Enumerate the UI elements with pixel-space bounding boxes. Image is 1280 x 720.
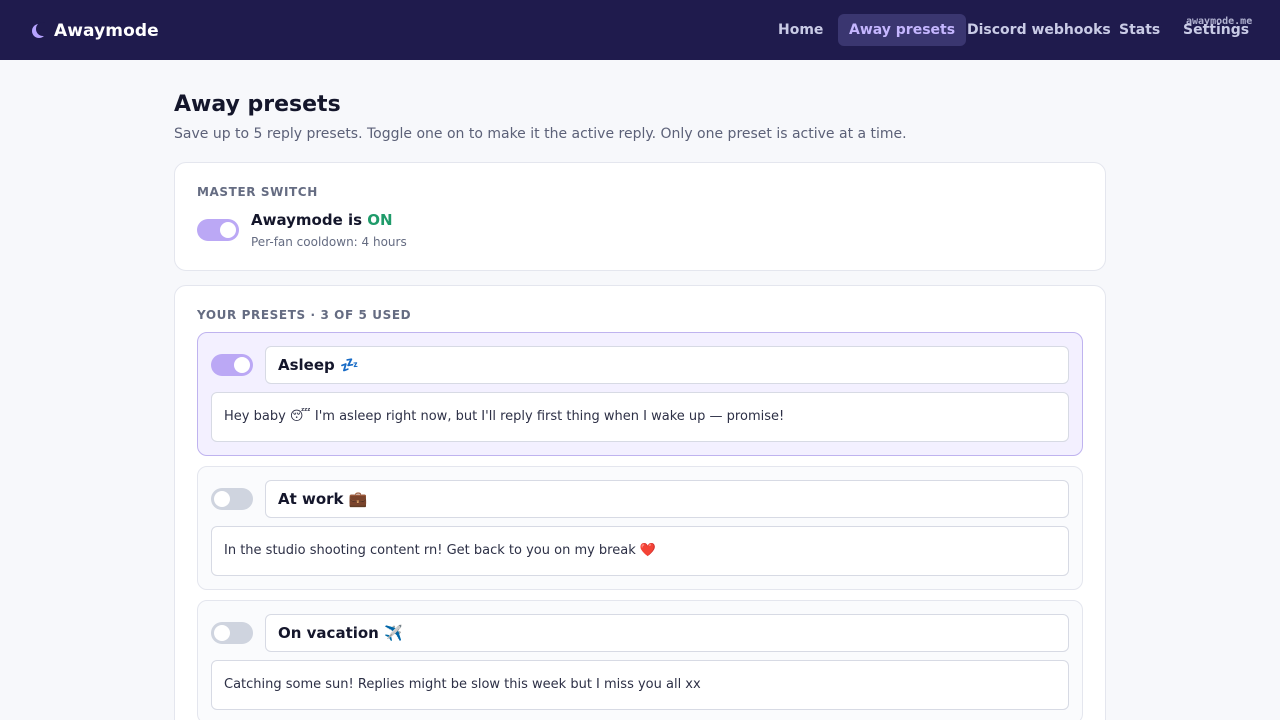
master-switch-label: MASTER SWITCH <box>197 185 318 199</box>
toggle-knob <box>234 357 250 373</box>
preset-message-input[interactable]: Hey baby 😴 I'm asleep right now, but I'l… <box>211 392 1069 442</box>
master-title-prefix: Awaymode is <box>251 211 363 229</box>
preset-name-input[interactable]: At work 💼 <box>265 480 1069 518</box>
preset-message-input[interactable]: Catching some sun! Replies might be slow… <box>211 660 1069 710</box>
preset-card-asleep: Asleep 💤 Hey baby 😴 I'm asleep right now… <box>197 332 1083 456</box>
preset-name-input[interactable]: On vacation ✈️ <box>265 614 1069 652</box>
brand-name: Awaymode <box>54 21 159 41</box>
preset-card-at-work: At work 💼 In the studio shooting content… <box>197 466 1083 590</box>
preset-toggle[interactable] <box>211 622 253 644</box>
presets-section-label: YOUR PRESETS · 3 OF 5 USED <box>197 308 412 322</box>
preset-message-input[interactable]: In the studio shooting content rn! Get b… <box>211 526 1069 576</box>
nav-item-home[interactable]: Home <box>767 14 834 46</box>
presets-card: YOUR PRESETS · 3 OF 5 USED Asleep 💤 Hey … <box>174 285 1106 720</box>
master-switch-card: MASTER SWITCH Awaymode is ON Per-fan coo… <box>174 162 1106 271</box>
page-title: Away presets <box>174 92 341 117</box>
nav-item-discord-webhooks[interactable]: Discord webhooks <box>956 14 1122 46</box>
preset-card-on-vacation: On vacation ✈️ Catching some sun! Replie… <box>197 600 1083 720</box>
moon-icon <box>31 22 45 40</box>
nav-item-away-presets[interactable]: Away presets <box>838 14 967 46</box>
toggle-knob <box>220 222 236 238</box>
preset-toggle[interactable] <box>211 488 253 510</box>
top-nav-bar: Awaymode Home Away presets Discord webho… <box>0 0 1280 60</box>
preset-toggle[interactable] <box>211 354 253 376</box>
master-toggle[interactable] <box>197 219 239 241</box>
toggle-knob <box>214 491 230 507</box>
toggle-knob <box>214 625 230 641</box>
brand[interactable]: Awaymode <box>31 20 159 42</box>
master-status-title: Awaymode is ON <box>251 211 393 229</box>
master-status-value: ON <box>367 211 393 229</box>
preset-name-input[interactable]: Asleep 💤 <box>265 346 1069 384</box>
nav-item-stats[interactable]: Stats <box>1108 14 1171 46</box>
page-subtitle: Save up to 5 reply presets. Toggle one o… <box>174 126 907 142</box>
watermark: awaymode.me <box>1186 16 1253 27</box>
cooldown-text: Per-fan cooldown: 4 hours <box>251 235 407 249</box>
